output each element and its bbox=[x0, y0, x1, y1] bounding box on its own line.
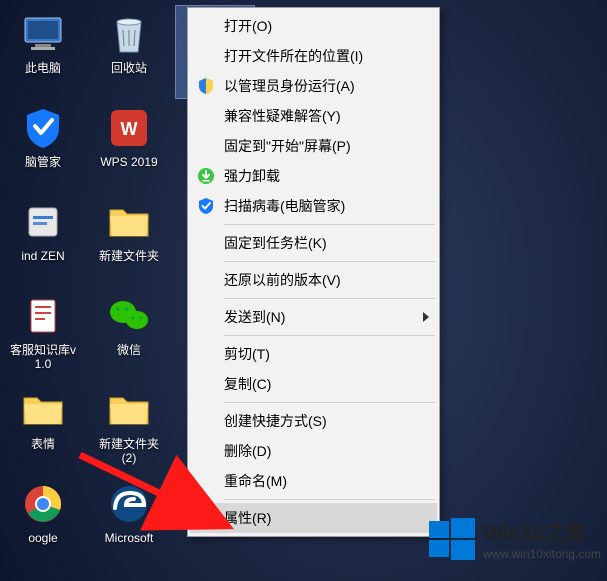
desktop-icon-wps[interactable]: W WPS 2019 bbox=[90, 100, 168, 192]
icon-label: Microsoft bbox=[105, 531, 154, 545]
icon-label: 表情 bbox=[31, 437, 55, 451]
menu-item-label: 发送到(N) bbox=[224, 307, 285, 327]
menu-item-label: 重命名(M) bbox=[224, 471, 287, 491]
uninstall-icon bbox=[196, 166, 216, 186]
menu-item-label: 属性(R) bbox=[224, 508, 271, 528]
menu-item-label: 剪切(T) bbox=[224, 344, 270, 364]
chrome-icon bbox=[19, 480, 67, 528]
icon-label: 新建文件夹(2) bbox=[92, 437, 166, 465]
icon-label: 客服知识库v1.0 bbox=[6, 343, 80, 371]
desktop-icon-newfolder1[interactable]: 新建文件夹 bbox=[90, 194, 168, 286]
icon-label: oogle bbox=[28, 531, 57, 545]
menu-item-label: 兼容性疑难解答(Y) bbox=[224, 106, 341, 126]
folder-icon bbox=[19, 386, 67, 434]
watermark-text: Win10之家 www.win10xitong.com bbox=[483, 517, 601, 561]
menu-pin-taskbar[interactable]: 固定到任务栏(K) bbox=[190, 228, 437, 258]
menu-item-label: 打开文件所在的位置(I) bbox=[224, 46, 363, 66]
icon-label: 新建文件夹 bbox=[99, 249, 159, 263]
desktop-icon-biaoqing[interactable]: 表情 bbox=[4, 382, 82, 474]
icon-label: WPS 2019 bbox=[100, 155, 157, 169]
watermark-title: Win10之家 bbox=[483, 517, 601, 547]
generic-app-icon bbox=[19, 198, 67, 246]
context-menu: 打开(O) 打开文件所在的位置(I) 以管理员身份运行(A) 兼容性疑难解答(Y… bbox=[187, 7, 440, 537]
menu-separator bbox=[224, 335, 435, 336]
submenu-arrow-icon bbox=[423, 312, 429, 322]
desktop-icon-indzen[interactable]: ind ZEN bbox=[4, 194, 82, 286]
menu-delete[interactable]: 删除(D) bbox=[190, 436, 437, 466]
recycle-bin-icon bbox=[105, 10, 153, 58]
menu-open-location[interactable]: 打开文件所在的位置(I) bbox=[190, 41, 437, 71]
menu-pin-start[interactable]: 固定到"开始"屏幕(P) bbox=[190, 131, 437, 161]
menu-item-label: 还原以前的版本(V) bbox=[224, 270, 341, 290]
menu-item-label: 复制(C) bbox=[224, 374, 271, 394]
desktop-icon-wechat[interactable]: 微信 bbox=[90, 288, 168, 380]
menu-scan-virus[interactable]: 扫描病毒(电脑管家) bbox=[190, 191, 437, 221]
menu-item-label: 创建快捷方式(S) bbox=[224, 411, 327, 431]
wps-icon: W bbox=[105, 104, 153, 152]
menu-copy[interactable]: 复制(C) bbox=[190, 369, 437, 399]
icon-label: 此电脑 bbox=[25, 61, 61, 75]
folder-icon bbox=[105, 198, 153, 246]
shield-admin-icon bbox=[196, 76, 216, 96]
menu-separator bbox=[224, 298, 435, 299]
computer-icon bbox=[19, 10, 67, 58]
menu-run-admin[interactable]: 以管理员身份运行(A) bbox=[190, 71, 437, 101]
guanjia-shield-icon bbox=[196, 196, 216, 216]
icon-label: 回收站 bbox=[111, 61, 147, 75]
menu-rename[interactable]: 重命名(M) bbox=[190, 466, 437, 496]
desktop-icon-kefu[interactable]: 客服知识库v1.0 bbox=[4, 288, 82, 380]
menu-item-label: 删除(D) bbox=[224, 441, 271, 461]
generic-doc-icon bbox=[19, 292, 67, 340]
desktop-icon-guanjia[interactable]: 脑管家 bbox=[4, 100, 82, 192]
desktop-icon-edge[interactable]: Microsoft bbox=[90, 476, 168, 568]
wechat-icon bbox=[105, 292, 153, 340]
menu-cut[interactable]: 剪切(T) bbox=[190, 339, 437, 369]
windows-logo-icon bbox=[429, 518, 475, 560]
menu-item-label: 强力卸载 bbox=[224, 166, 280, 186]
menu-properties[interactable]: 属性(R) bbox=[190, 503, 437, 533]
menu-create-shortcut[interactable]: 创建快捷方式(S) bbox=[190, 406, 437, 436]
watermark: Win10之家 www.win10xitong.com bbox=[429, 517, 601, 561]
menu-troubleshoot[interactable]: 兼容性疑难解答(Y) bbox=[190, 101, 437, 131]
icon-label: 微信 bbox=[117, 343, 141, 357]
folder-icon bbox=[105, 386, 153, 434]
menu-item-label: 固定到"开始"屏幕(P) bbox=[224, 136, 351, 156]
menu-separator bbox=[224, 499, 435, 500]
edge-icon bbox=[105, 480, 153, 528]
menu-force-uninstall[interactable]: 强力卸载 bbox=[190, 161, 437, 191]
desktop-icon-oogle[interactable]: oogle bbox=[4, 476, 82, 568]
menu-separator bbox=[224, 224, 435, 225]
menu-item-label: 固定到任务栏(K) bbox=[224, 233, 327, 253]
icon-label: ind ZEN bbox=[21, 249, 64, 263]
menu-send-to[interactable]: 发送到(N) bbox=[190, 302, 437, 332]
menu-separator bbox=[224, 261, 435, 262]
menu-separator bbox=[224, 402, 435, 403]
tencent-guanjia-icon bbox=[19, 104, 67, 152]
desktop-icon-newfolder2[interactable]: 新建文件夹(2) bbox=[90, 382, 168, 474]
menu-item-label: 以管理员身份运行(A) bbox=[224, 76, 355, 96]
menu-item-label: 打开(O) bbox=[224, 16, 272, 36]
desktop-icon-recycle[interactable]: 回收站 bbox=[90, 6, 168, 98]
menu-open[interactable]: 打开(O) bbox=[190, 11, 437, 41]
menu-restore-versions[interactable]: 还原以前的版本(V) bbox=[190, 265, 437, 295]
menu-item-label: 扫描病毒(电脑管家) bbox=[224, 196, 345, 216]
svg-text:W: W bbox=[121, 119, 138, 139]
icon-label: 脑管家 bbox=[25, 155, 61, 169]
watermark-url: www.win10xitong.com bbox=[483, 547, 601, 561]
desktop-icon-thispc[interactable]: 此电脑 bbox=[4, 6, 82, 98]
